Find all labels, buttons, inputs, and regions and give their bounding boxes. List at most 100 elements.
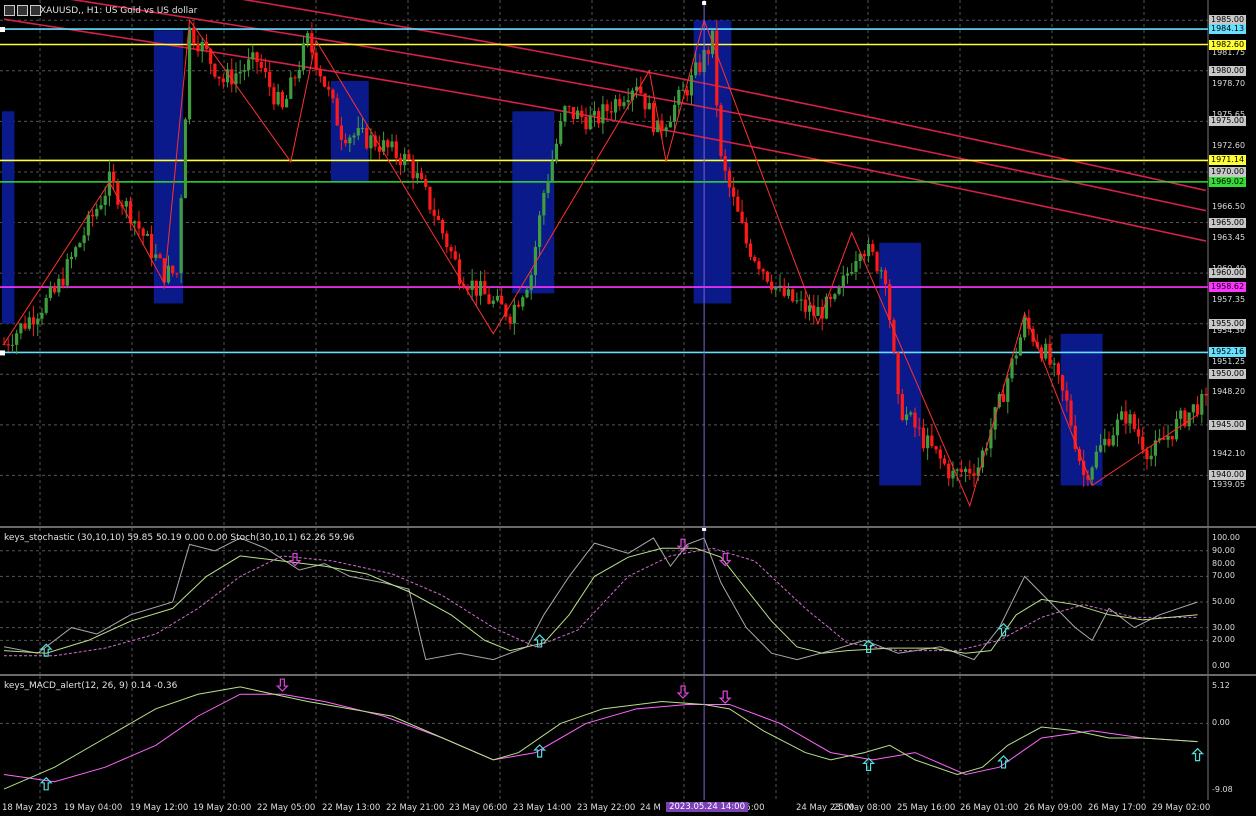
candle-body [158, 254, 162, 259]
candle-body [571, 106, 575, 119]
price-axis-label: 1960.00 [1209, 268, 1247, 279]
candle-body [318, 69, 322, 77]
candle-body [331, 89, 335, 99]
menu-icon[interactable] [4, 5, 15, 16]
candle-body [791, 289, 795, 302]
candle-body [1098, 445, 1103, 452]
candle-body [90, 214, 95, 217]
window-controls[interactable] [4, 5, 41, 16]
candle-body [1191, 404, 1195, 413]
candle-body [74, 247, 78, 257]
candle-body [1061, 375, 1065, 391]
price-axis-label: 1945.00 [1209, 419, 1247, 430]
candle-body [567, 106, 571, 108]
candle-body [19, 323, 23, 334]
candle-body [419, 173, 424, 180]
candle-body [263, 67, 268, 72]
candle-body [268, 71, 272, 88]
candle-body [816, 306, 820, 316]
candle-body [559, 121, 563, 144]
candle-body [398, 157, 403, 166]
time-axis-label: 18 May 2023 [2, 803, 58, 813]
candle-body [521, 297, 525, 307]
candle-body [124, 201, 128, 207]
candle-body [723, 156, 727, 171]
stochastic-axis-label: 50.00 [1212, 597, 1235, 606]
candle-body [744, 222, 748, 244]
candle-body [854, 261, 858, 273]
candle-body [449, 247, 453, 252]
candle-body [1069, 400, 1073, 426]
candle-body [803, 299, 807, 312]
candle-body [1166, 435, 1170, 440]
candle-body [141, 228, 145, 236]
candle-body [348, 137, 352, 144]
candle-body [955, 469, 959, 471]
candle-body [95, 208, 99, 217]
candle-body [668, 121, 672, 128]
stochastic-canvas[interactable] [0, 528, 1256, 674]
candle-body [297, 70, 301, 79]
candle-body [289, 77, 293, 99]
candle-body [36, 318, 40, 325]
candle-body [748, 243, 753, 257]
candle-body [525, 289, 529, 298]
candle-body [761, 269, 765, 272]
candle-body [500, 296, 504, 305]
candle-body [774, 286, 778, 290]
price-axis-tick: 1978.70 [1212, 78, 1246, 88]
candle-body [415, 173, 419, 179]
candle-body [1124, 411, 1128, 424]
candle-body [280, 91, 284, 108]
candle-body [1065, 390, 1069, 401]
stochastic-axis-label: 30.00 [1212, 622, 1235, 632]
time-axis-label: 22 May 13:00 [322, 803, 381, 813]
candle-body [390, 141, 394, 148]
candle-body [1120, 411, 1124, 420]
candle-body [306, 33, 310, 44]
time-axis-label: 19 May 04:00 [64, 803, 123, 813]
candle-body [453, 251, 457, 260]
price-chart-canvas[interactable] [0, 0, 1256, 526]
candle-body [196, 44, 200, 52]
candle-body [677, 89, 681, 105]
sell-arrow-icon [275, 678, 289, 692]
candle-body [1132, 414, 1136, 430]
candle-body [850, 272, 854, 274]
sell-arrow-icon [676, 685, 690, 699]
price-axis-tick: 1951.25 [1212, 356, 1246, 366]
candle-body [470, 280, 474, 290]
stochastic-axis-label: 0.00 [1212, 661, 1230, 670]
price-chart-pane[interactable]: XAUUSD,, H1: US Gold vs US dollar [0, 0, 1256, 526]
supply-demand-zone [2, 111, 15, 324]
candle-body [1014, 355, 1018, 359]
candle-body [1044, 343, 1048, 359]
candle-body [145, 233, 149, 236]
macd-pane[interactable]: keys_MACD_alert(12, 26, 9) 0.14 -0.36 [0, 676, 1256, 800]
time-axis-label: 22 May 21:00 [386, 803, 445, 813]
macd-canvas[interactable] [0, 676, 1256, 800]
candle-body [896, 352, 900, 395]
candle-body [386, 140, 390, 148]
candle-body [871, 243, 875, 253]
candle-body [1200, 393, 1204, 415]
price-axis-tick: 1957.35 [1212, 294, 1246, 304]
candle-body [833, 294, 837, 300]
candle-body [829, 296, 833, 300]
restore-icon[interactable] [17, 5, 28, 16]
candle-body [192, 27, 196, 45]
candle-body [1170, 435, 1174, 440]
candle-body [150, 233, 154, 259]
candle-body [575, 110, 580, 119]
time-axis-label: 26 May 09:00 [1024, 803, 1083, 813]
candle-body [441, 219, 445, 234]
candle-body [964, 468, 968, 472]
candle-body [187, 27, 192, 120]
candle-body [1001, 394, 1006, 402]
candle-body [605, 104, 609, 112]
candle-body [171, 265, 175, 274]
candle-body [883, 270, 888, 285]
stochastic-pane[interactable]: keys_stochastic (30,10,10) 59.85 50.19 0… [0, 528, 1256, 674]
price-axis-tick: 1966.50 [1212, 202, 1246, 212]
candle-body [242, 70, 246, 72]
